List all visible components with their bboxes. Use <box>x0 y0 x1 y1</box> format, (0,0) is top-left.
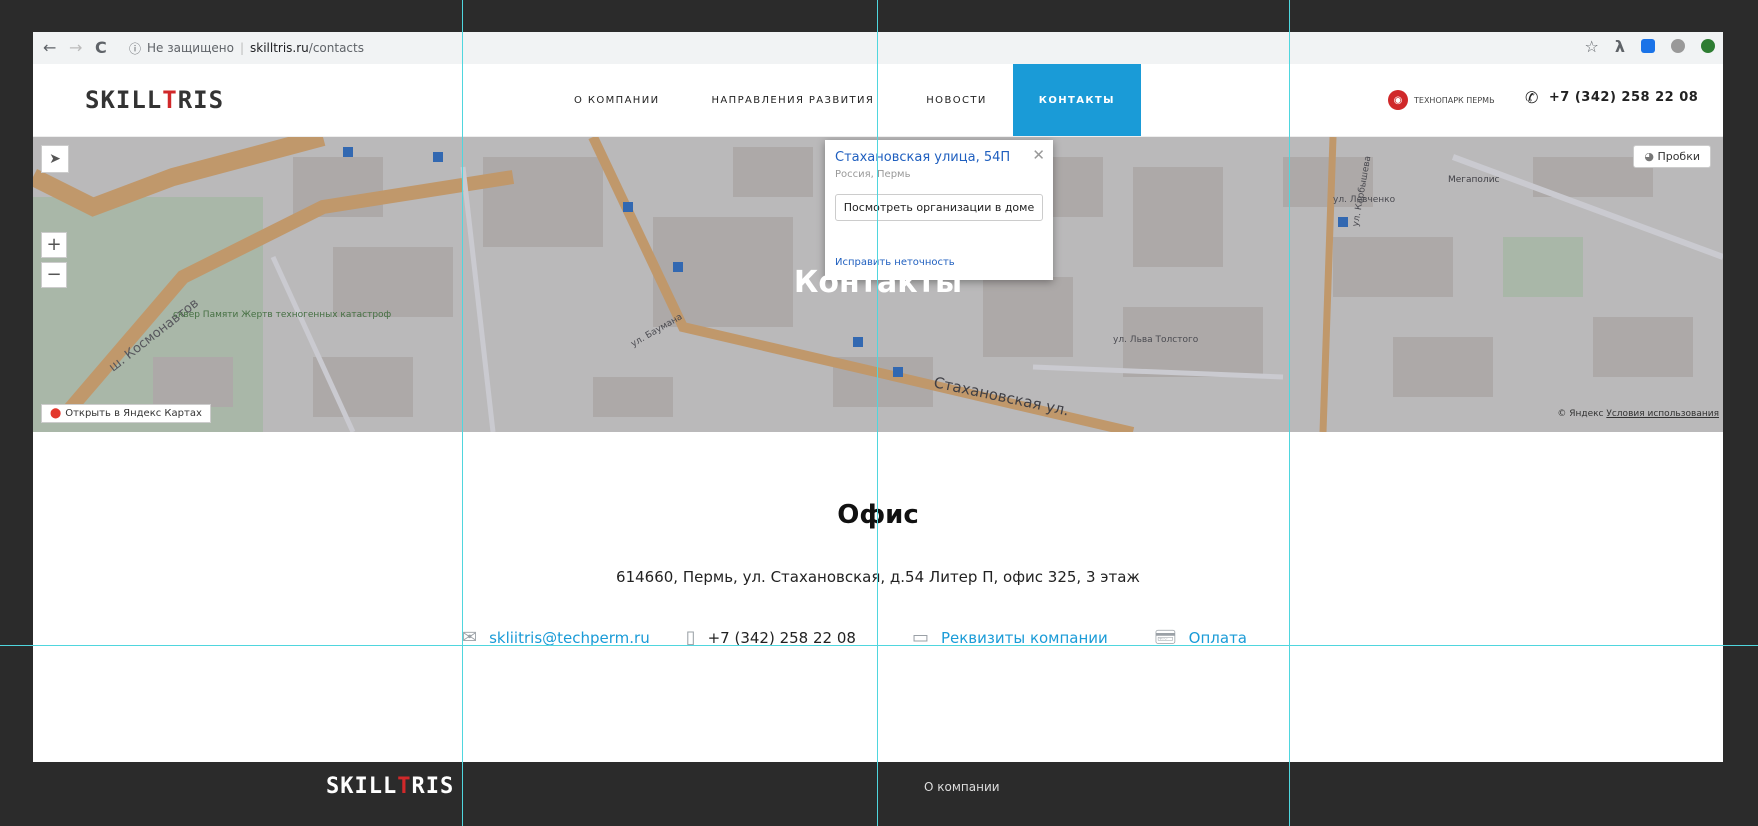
yandex-map[interactable]: ш. Космонавтов Стахановская ул. ул. Баум… <box>33 137 1723 432</box>
extension-green-icon[interactable] <box>1701 39 1715 53</box>
yandex-copyright: © Яндекс <box>1557 409 1604 419</box>
requisites-link[interactable]: Реквизиты компании <box>941 629 1108 647</box>
footer-logo-end: RIS <box>411 774 455 799</box>
browser-toolbar: ← → C ⓘ Не защищено | skilltris.ru /cont… <box>33 32 1723 65</box>
address-bar[interactable]: ⓘ Не защищено | skilltris.ru /contacts <box>129 36 1579 60</box>
url-domain: skilltris.ru <box>250 41 309 55</box>
footer-logo-start: SKILL <box>326 774 398 799</box>
view-organizations-button[interactable]: Посмотреть организации в доме <box>835 194 1043 221</box>
payment-link[interactable]: Оплата <box>1189 629 1247 647</box>
guide-line-vertical <box>462 0 463 826</box>
popup-city: Россия, Пермь <box>835 169 911 180</box>
technopark-label: ТЕХНОПАРК ПЕРМЬ <box>1414 95 1495 105</box>
footer-link-about[interactable]: О компании <box>924 780 1000 794</box>
locate-arrow-icon[interactable]: ➤ <box>41 145 69 173</box>
bookmark-star-icon[interactable]: ☆ <box>1585 37 1599 56</box>
back-icon[interactable]: ← <box>43 38 56 57</box>
header-phone-number: +7 (342) 258 22 08 <box>1548 90 1699 105</box>
guide-line-horizontal <box>0 645 1758 646</box>
footer-logo-t: T <box>397 774 412 799</box>
url-separator: | <box>239 41 244 55</box>
open-in-yandex-button[interactable]: ⬤ Открыть в Яндекс Картах <box>41 404 211 423</box>
office-address: 614660, Пермь, ул. Стахановская, д.54 Ли… <box>616 568 1140 586</box>
map-attribution: © Яндекс Условия использования <box>1557 409 1719 419</box>
traffic-light-icon: ◕ <box>1644 150 1654 163</box>
zoom-in-button[interactable]: + <box>41 232 67 258</box>
main-nav: О КОМПАНИИ НАПРАВЛЕНИЯ РАЗВИТИЯ НОВОСТИ … <box>548 64 1141 136</box>
open-in-yandex-label: Открыть в Яндекс Картах <box>65 408 202 419</box>
nav-item-directions[interactable]: НАПРАВЛЕНИЯ РАЗВИТИЯ <box>686 64 901 136</box>
footer-logo[interactable]: SKILLTRIS <box>326 774 454 799</box>
site-logo[interactable]: SKILLTRIS <box>85 86 224 114</box>
logo-text-start: SKILL <box>85 86 163 114</box>
popup-address: Стахановская улица, 54П <box>835 150 1011 165</box>
traffic-button[interactable]: ◕ Пробки <box>1633 145 1711 168</box>
extension-lambda-icon[interactable]: λ <box>1615 37 1625 56</box>
terms-link[interactable]: Условия использования <box>1606 409 1719 419</box>
phone-number: +7 (342) 258 22 08 <box>707 628 856 647</box>
email-link[interactable]: skliitris@techperm.ru <box>489 629 650 647</box>
info-icon[interactable]: ⓘ <box>129 40 141 57</box>
technopark-logo[interactable]: ◉ ТЕХНОПАРК ПЕРМЬ <box>1388 90 1495 110</box>
extension-grey-icon[interactable] <box>1671 39 1685 53</box>
header-phone[interactable]: ✆ +7 (342) 258 22 08 <box>1525 88 1698 107</box>
page-title: Контакты <box>793 265 963 300</box>
logo-text-end: RIS <box>177 86 225 114</box>
extension-blue-icon[interactable] <box>1641 39 1655 53</box>
browser-actions: ☆ λ <box>1585 37 1715 56</box>
forward-icon[interactable]: → <box>69 38 82 57</box>
site-header: SKILLTRIS О КОМПАНИИ НАПРАВЛЕНИЯ РАЗВИТИ… <box>33 64 1723 137</box>
guide-line-vertical <box>877 0 878 826</box>
nav-item-news[interactable]: НОВОСТИ <box>900 64 1013 136</box>
map-pin-icon: ⬤ <box>50 408 62 419</box>
site-footer: SKILLTRIS О компании <box>0 762 1758 826</box>
guide-line-vertical <box>1289 0 1290 826</box>
office-heading: Офис <box>837 500 919 530</box>
address-popup: Стахановская улица, 54П Россия, Пермь ✕ … <box>825 140 1053 280</box>
traffic-label: Пробки <box>1657 150 1700 163</box>
nav-item-contacts[interactable]: КОНТАКТЫ <box>1012 64 1141 136</box>
technopark-badge-icon: ◉ <box>1388 90 1408 110</box>
url-path: /contacts <box>308 41 364 55</box>
reload-icon[interactable]: C <box>95 38 107 57</box>
logo-text-t: T <box>162 86 178 114</box>
nav-item-about[interactable]: О КОМПАНИИ <box>548 64 686 136</box>
phone-icon: ✆ <box>1525 88 1539 107</box>
popup-close-icon[interactable]: ✕ <box>1032 146 1045 164</box>
security-label: Не защищено <box>147 41 234 55</box>
browser-window: ← → C ⓘ Не защищено | skilltris.ru /cont… <box>33 32 1723 762</box>
